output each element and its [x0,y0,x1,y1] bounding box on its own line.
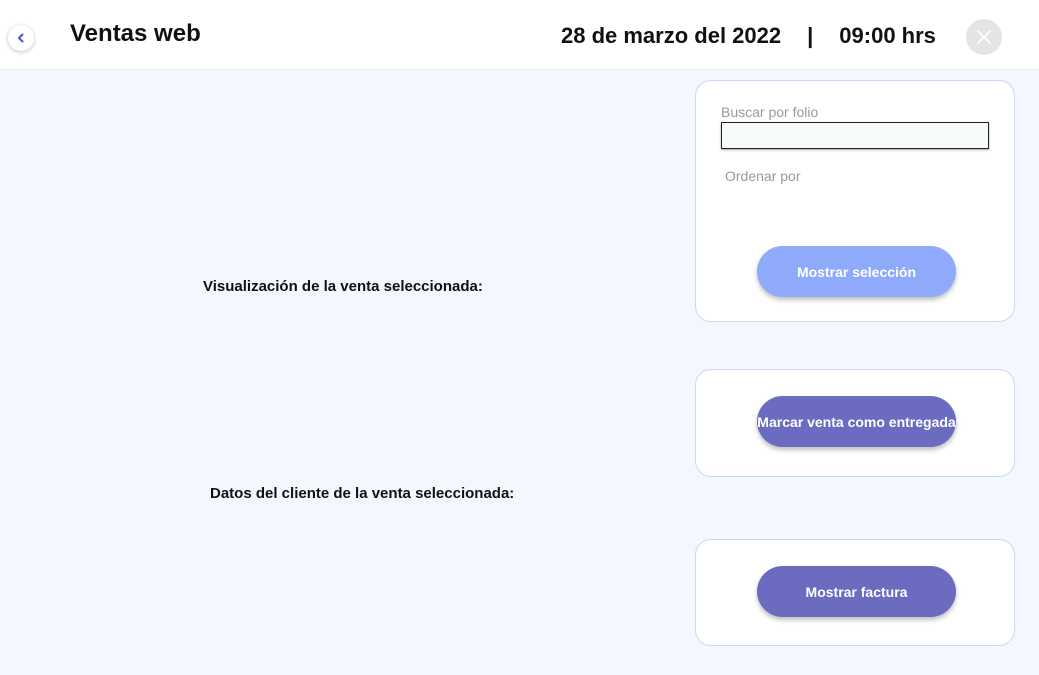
chevron-left-icon [16,33,26,43]
filter-card: Buscar por folio Ordenar por Mostrar sel… [695,80,1015,322]
page-title: Ventas web [70,20,201,47]
time-text: 09:00 hrs [839,23,936,48]
show-invoice-card: Mostrar factura [695,539,1015,646]
search-folio-label: Buscar por folio [721,104,819,120]
sort-by-label: Ordenar por [725,168,801,184]
close-icon [975,28,993,46]
show-selection-button[interactable]: Mostrar selección [757,246,956,297]
mark-delivered-card: Marcar venta como entregada [695,369,1015,477]
top-header: Ventas web 28 de marzo del 2022 | 09:00 hr… [0,0,1039,70]
back-button[interactable] [8,25,34,51]
date-time-display: 28 de marzo del 2022 | 09:00 hrs [561,23,936,49]
sale-view-label: Visualización de la venta seleccionada: [203,278,483,295]
separator: | [807,23,814,48]
date-text: 28 de marzo del 2022 [561,23,782,48]
client-data-label: Datos del cliente de la venta selecciona… [210,485,515,502]
mark-delivered-button[interactable]: Marcar venta como entregada [757,396,956,447]
search-folio-input[interactable] [721,122,989,149]
close-button[interactable] [966,19,1002,55]
show-invoice-button[interactable]: Mostrar factura [757,566,956,617]
